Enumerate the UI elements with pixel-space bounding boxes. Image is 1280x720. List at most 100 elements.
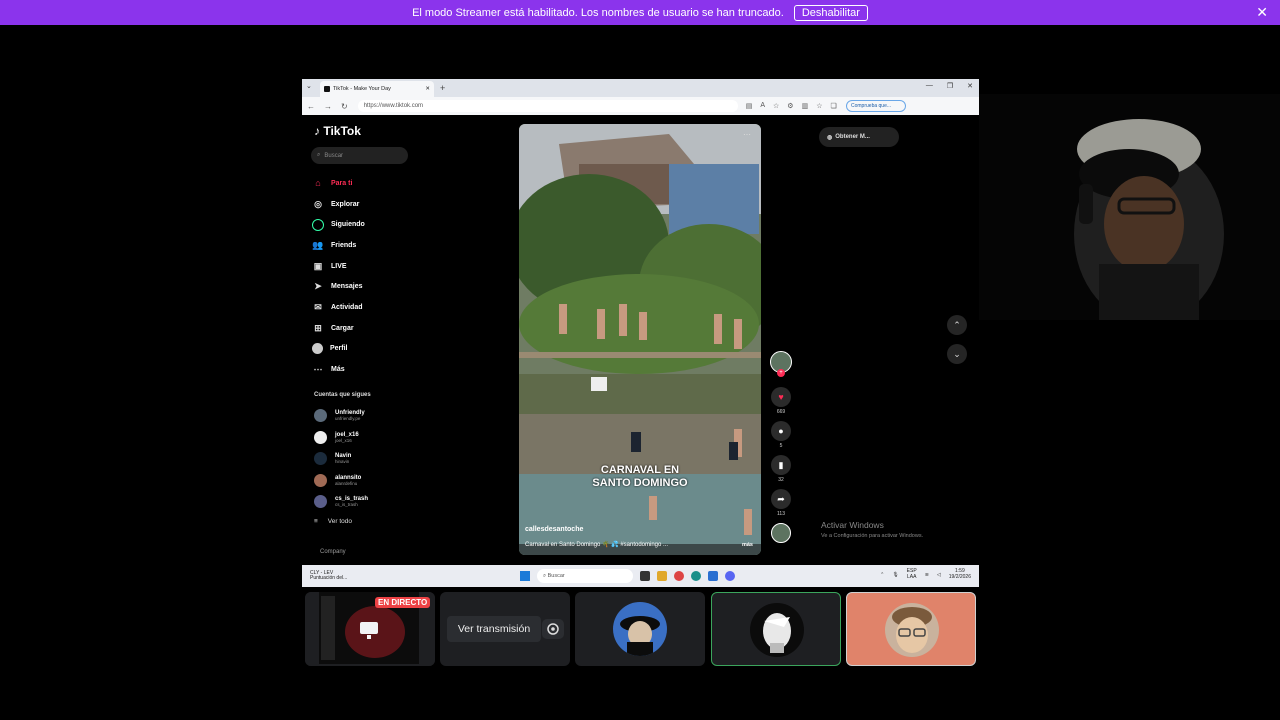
chrome-icon[interactable] [674,571,684,581]
next-video-button[interactable]: ⌄ [947,344,967,364]
extensions-icon[interactable]: ⚙ [787,102,793,110]
compass-icon: ◎ [314,198,322,209]
participant-tile-highlighted[interactable] [846,592,976,666]
video-actions: + ♥ 669 ● 5 ▮ 32 ➦ 113 [769,351,793,543]
weather-widget[interactable]: CLY - LEV Puntuación del... [310,570,370,582]
following-item[interactable]: joel_x16 joel_x16 [314,427,414,449]
prev-video-button[interactable]: ⌃ [947,315,967,335]
minimize-icon[interactable]: — [926,82,933,90]
friends-icon: 👥 [312,239,324,250]
discord-icon[interactable] [725,571,735,581]
split-icon[interactable]: ▥ [802,102,809,110]
files-icon[interactable] [657,571,667,581]
browser-tab[interactable]: TikTok - Make Your Day ✕ [320,81,434,97]
shared-screen[interactable]: ⌄ TikTok - Make Your Day ✕ + — ❐ ✕ ← → ↻… [302,79,979,587]
comment-icon: ● [778,426,784,436]
sidebar-item-para-ti[interactable]: ⌂ Para ti [312,173,412,194]
avatar [314,430,327,444]
sidebar-item-actividad[interactable]: ✉ Actividad [312,297,412,318]
participant-tile[interactable] [575,592,705,666]
following-icon [312,218,324,231]
tray-chevron-icon[interactable]: ⌃ [880,572,884,578]
following-item[interactable]: alannsito alanrdefinu [314,470,414,492]
following-list: Unfriendly unfriendly.pe joel_x16 joel_x16… [314,405,414,513]
address-bar[interactable]: https://www.tiktok.com [357,100,738,112]
avatar-image [885,603,939,657]
collections-icon[interactable]: ❏ [830,102,836,110]
more-link[interactable]: más [742,542,753,548]
tab-close-icon[interactable]: ✕ [425,86,430,92]
following-item[interactable]: Navin hinavin [314,448,414,470]
sidebar-item-live[interactable]: ▣ LIVE [312,256,412,277]
activity-icon: ✉ [314,301,322,312]
following-item[interactable]: cs_is_trash cs_is_trash [314,491,414,513]
disable-streamer-button[interactable]: Deshabilitar [793,4,868,21]
store-icon[interactable] [708,571,718,581]
browser-toolbar: ← → ↻ https://www.tiktok.com ▤ A ☆ ⚙ ▥ ☆… [302,97,979,115]
watch-stream-button[interactable]: Ver transmisión [447,616,541,642]
more-icon: ⋯ [313,364,323,375]
comment-button[interactable]: ● [771,421,791,441]
save-count: 32 [778,477,784,483]
sidebar-item-mas[interactable]: ⋯ Más [312,359,412,380]
forward-icon[interactable]: → [324,102,332,111]
company-link[interactable]: Company [320,549,346,555]
share-count: 113 [777,511,785,517]
avatar [314,452,327,466]
get-app-button[interactable]: ◍ Obtener M... [819,127,899,147]
window-controls: — ❐ ✕ [926,82,973,90]
tab-list-icon[interactable]: ⌄ [306,82,312,90]
watch-stream-icon[interactable] [542,619,564,639]
avatar-image [750,603,804,657]
task-view-icon[interactable] [640,571,650,581]
favorites-icon[interactable]: ☆ [816,102,822,110]
reload-icon[interactable]: ↻ [341,102,348,111]
discord-call-view: El modo Streamer está habilitado. Los no… [0,0,1280,720]
search-input[interactable]: ⌕ Buscar [311,147,408,164]
video-player[interactable]: ⋯ CARNAVAL EN SANTO DOMINGO callesdesant… [519,124,761,555]
new-tab-button[interactable]: + [440,83,445,93]
mic-icon[interactable]: 🎙 [892,572,898,578]
sidebar-item-siguiendo[interactable]: Siguiendo [312,214,412,235]
webcam-feed[interactable] [979,94,1280,320]
more-options-icon[interactable]: ⋯ [743,130,751,139]
edge-icon[interactable] [691,571,701,581]
taskbar-search[interactable]: ⌕ Buscar [537,569,633,583]
following-title: Cuentas que sigues [314,392,371,398]
language-indicator[interactable]: ESP LAA [907,568,917,581]
stream-tile[interactable]: EN DIRECTO [305,592,435,666]
reader-icon[interactable]: ▤ [746,102,753,110]
sound-avatar[interactable] [771,523,791,543]
avatar [885,603,939,657]
tiktok-logo[interactable]: ♪ TikTok [314,124,361,138]
watch-stream-tile[interactable]: Ver transmisión [440,592,570,666]
sidebar-item-mensajes[interactable]: ➤ Mensajes [312,276,412,297]
close-icon[interactable]: ✕ [1256,4,1268,21]
back-icon[interactable]: ← [307,102,315,111]
share-button[interactable]: ➦ [771,489,791,509]
sidebar-item-explorar[interactable]: ◎ Explorar [312,194,412,215]
see-all-link[interactable]: ≡ Ver todo [314,518,352,525]
restore-icon[interactable]: ❐ [947,82,953,90]
browser-prompt-pill[interactable]: Comprueba que... [846,100,906,112]
like-button[interactable]: ♥ [771,387,791,407]
windows-start-icon[interactable] [520,571,530,581]
wifi-icon[interactable]: ≋ [925,572,929,578]
sidebar-item-cargar[interactable]: ⊞ Cargar [312,318,412,339]
volume-icon[interactable]: ◁ [937,572,941,578]
favorite-icon[interactable]: ☆ [773,102,779,110]
share-icon: ➦ [777,493,785,504]
following-item[interactable]: Unfriendly unfriendly.pe [314,405,414,427]
live-badge: EN DIRECTO [375,597,431,608]
video-username[interactable]: callesdesantoche [525,526,583,533]
participant-tile-speaking[interactable] [711,592,841,666]
translate-icon[interactable]: A [760,102,765,110]
screen-eye-icon [547,623,559,635]
sidebar-item-friends[interactable]: 👥 Friends [312,235,412,256]
clock[interactable]: 1:59 19/2/2026 [949,568,971,581]
sidebar-item-perfil[interactable]: Perfil [312,339,412,360]
save-button[interactable]: ▮ [771,455,791,475]
follow-plus-icon[interactable]: + [777,369,785,377]
chevron-down-icon: ⌄ [953,348,961,359]
window-close-icon[interactable]: ✕ [967,82,973,90]
